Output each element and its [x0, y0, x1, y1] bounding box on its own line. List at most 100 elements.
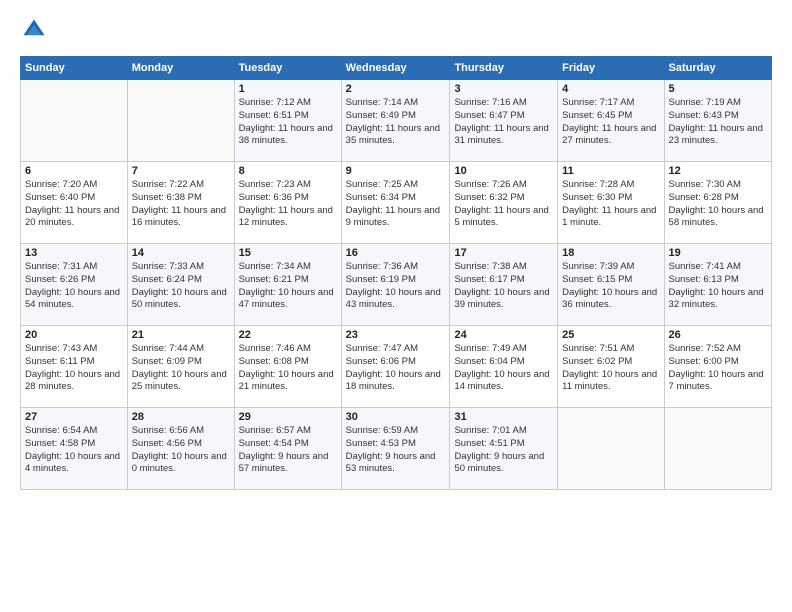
- day-cell: 12Sunrise: 7:30 AMSunset: 6:28 PMDayligh…: [664, 162, 771, 244]
- day-info: Sunrise: 7:36 AMSunset: 6:19 PMDaylight:…: [346, 261, 446, 312]
- day-info: Sunrise: 6:57 AMSunset: 4:54 PMDaylight:…: [239, 425, 337, 476]
- day-number: 12: [669, 165, 767, 177]
- day-number: 9: [346, 165, 446, 177]
- day-number: 21: [132, 329, 230, 341]
- day-cell: 11 Sunrise: 7:28 AMSunset: 6:30 PMDayligh…: [558, 162, 664, 244]
- weekday-thursday: Thursday: [450, 57, 558, 80]
- day-info: Sunrise: 7:28 AMSunset: 6:30 PMDaylight:…: [562, 179, 659, 230]
- day-cell: 31 Sunrise: 7:01 AMSunset: 4:51 PMDayligh…: [450, 408, 558, 490]
- day-info: Sunrise: 7:17 AMSunset: 6:45 PMDaylight:…: [562, 97, 659, 148]
- day-number: 24: [454, 329, 553, 341]
- day-cell: 3Sunrise: 7:16 AMSunset: 6:47 PMDaylight…: [450, 80, 558, 162]
- day-cell: 21 Sunrise: 7:44 AMSunset: 6:09 PMDayligh…: [127, 326, 234, 408]
- day-info: Sunrise: 7:26 AMSunset: 6:32 PMDaylight:…: [454, 179, 553, 230]
- day-number: 6: [25, 165, 123, 177]
- day-number: 27: [25, 411, 123, 423]
- day-info: Sunrise: 7:38 AMSunset: 6:17 PMDaylight:…: [454, 261, 553, 312]
- day-info: Sunrise: 7:01 AMSunset: 4:51 PMDaylight:…: [454, 425, 553, 476]
- day-number: 29: [239, 411, 337, 423]
- day-number: 19: [669, 247, 767, 259]
- page: SundayMondayTuesdayWednesdayThursdayFrid…: [0, 0, 792, 612]
- day-cell: 8 Sunrise: 7:23 AMSunset: 6:36 PMDaylight…: [234, 162, 341, 244]
- day-cell: 13 Sunrise: 7:31 AMSunset: 6:26 PMDayligh…: [21, 244, 128, 326]
- day-cell: 14Sunrise: 7:33 AMSunset: 6:24 PMDayligh…: [127, 244, 234, 326]
- day-number: 14: [132, 247, 230, 259]
- day-info: Sunrise: 7:49 AMSunset: 6:04 PMDaylight:…: [454, 343, 553, 394]
- day-number: 10: [454, 165, 553, 177]
- day-number: 11: [562, 165, 659, 177]
- day-info: Sunrise: 7:14 AMSunset: 6:49 PMDaylight:…: [346, 97, 446, 148]
- day-cell: 9 Sunrise: 7:25 AMSunset: 6:34 PMDaylight…: [341, 162, 450, 244]
- day-number: 5: [669, 83, 767, 95]
- header: [20, 16, 772, 44]
- weekday-sunday: Sunday: [21, 57, 128, 80]
- day-info: Sunrise: 7:43 AMSunset: 6:11 PMDaylight:…: [25, 343, 123, 394]
- day-info: Sunrise: 7:44 AMSunset: 6:09 PMDaylight:…: [132, 343, 230, 394]
- day-cell: 22Sunrise: 7:46 AMSunset: 6:08 PMDayligh…: [234, 326, 341, 408]
- day-info: Sunrise: 7:22 AMSunset: 6:38 PMDaylight:…: [132, 179, 230, 230]
- day-number: 18: [562, 247, 659, 259]
- day-info: Sunrise: 7:51 AMSunset: 6:02 PMDaylight:…: [562, 343, 659, 394]
- day-info: Sunrise: 7:25 AMSunset: 6:34 PMDaylight:…: [346, 179, 446, 230]
- day-cell: 20 Sunrise: 7:43 AMSunset: 6:11 PMDayligh…: [21, 326, 128, 408]
- day-number: 26: [669, 329, 767, 341]
- day-cell: 30 Sunrise: 6:59 AMSunset: 4:53 PMDayligh…: [341, 408, 450, 490]
- day-number: 31: [454, 411, 553, 423]
- day-info: Sunrise: 6:56 AMSunset: 4:56 PMDaylight:…: [132, 425, 230, 476]
- day-info: Sunrise: 7:31 AMSunset: 6:26 PMDaylight:…: [25, 261, 123, 312]
- calendar-table: SundayMondayTuesdayWednesdayThursdayFrid…: [20, 56, 772, 490]
- day-info: Sunrise: 6:59 AMSunset: 4:53 PMDaylight:…: [346, 425, 446, 476]
- day-number: 1: [239, 83, 337, 95]
- weekday-header-row: SundayMondayTuesdayWednesdayThursdayFrid…: [21, 57, 772, 80]
- day-number: 30: [346, 411, 446, 423]
- day-cell: 18 Sunrise: 7:39 AMSunset: 6:15 PMDayligh…: [558, 244, 664, 326]
- day-info: Sunrise: 7:12 AMSunset: 6:51 PMDaylight:…: [239, 97, 337, 148]
- weekday-friday: Friday: [558, 57, 664, 80]
- day-info: Sunrise: 7:34 AMSunset: 6:21 PMDaylight:…: [239, 261, 337, 312]
- day-info: Sunrise: 7:41 AMSunset: 6:13 PMDaylight:…: [669, 261, 767, 312]
- day-number: 17: [454, 247, 553, 259]
- day-number: 22: [239, 329, 337, 341]
- weekday-saturday: Saturday: [664, 57, 771, 80]
- day-info: Sunrise: 7:19 AMSunset: 6:43 PMDaylight:…: [669, 97, 767, 148]
- week-row-3: 13 Sunrise: 7:31 AMSunset: 6:26 PMDayligh…: [21, 244, 772, 326]
- logo-icon: [20, 16, 48, 44]
- week-row-1: 1 Sunrise: 7:12 AMSunset: 6:51 PMDaylight…: [21, 80, 772, 162]
- day-number: 23: [346, 329, 446, 341]
- day-cell: 29 Sunrise: 6:57 AMSunset: 4:54 PMDayligh…: [234, 408, 341, 490]
- day-number: 13: [25, 247, 123, 259]
- day-info: Sunrise: 7:39 AMSunset: 6:15 PMDaylight:…: [562, 261, 659, 312]
- day-number: 15: [239, 247, 337, 259]
- day-info: Sunrise: 7:52 AMSunset: 6:00 PMDaylight:…: [669, 343, 767, 394]
- weekday-tuesday: Tuesday: [234, 57, 341, 80]
- day-number: 8: [239, 165, 337, 177]
- day-number: 2: [346, 83, 446, 95]
- week-row-4: 20 Sunrise: 7:43 AMSunset: 6:11 PMDayligh…: [21, 326, 772, 408]
- day-cell: [664, 408, 771, 490]
- day-cell: 4Sunrise: 7:17 AMSunset: 6:45 PMDaylight…: [558, 80, 664, 162]
- day-cell: 23Sunrise: 7:47 AMSunset: 6:06 PMDayligh…: [341, 326, 450, 408]
- day-cell: 15 Sunrise: 7:34 AMSunset: 6:21 PMDayligh…: [234, 244, 341, 326]
- week-row-2: 6Sunrise: 7:20 AMSunset: 6:40 PMDaylight…: [21, 162, 772, 244]
- day-number: 16: [346, 247, 446, 259]
- logo: [20, 16, 52, 44]
- weekday-wednesday: Wednesday: [341, 57, 450, 80]
- day-cell: 26 Sunrise: 7:52 AMSunset: 6:00 PMDayligh…: [664, 326, 771, 408]
- day-cell: 16 Sunrise: 7:36 AMSunset: 6:19 PMDayligh…: [341, 244, 450, 326]
- day-number: 28: [132, 411, 230, 423]
- day-cell: 19 Sunrise: 7:41 AMSunset: 6:13 PMDayligh…: [664, 244, 771, 326]
- day-cell: 2 Sunrise: 7:14 AMSunset: 6:49 PMDaylight…: [341, 80, 450, 162]
- day-cell: 25 Sunrise: 7:51 AMSunset: 6:02 PMDayligh…: [558, 326, 664, 408]
- day-cell: [558, 408, 664, 490]
- day-cell: 24 Sunrise: 7:49 AMSunset: 6:04 PMDayligh…: [450, 326, 558, 408]
- day-cell: 10 Sunrise: 7:26 AMSunset: 6:32 PMDayligh…: [450, 162, 558, 244]
- day-cell: 6Sunrise: 7:20 AMSunset: 6:40 PMDaylight…: [21, 162, 128, 244]
- day-cell: 28 Sunrise: 6:56 AMSunset: 4:56 PMDayligh…: [127, 408, 234, 490]
- day-cell: [21, 80, 128, 162]
- day-cell: 1 Sunrise: 7:12 AMSunset: 6:51 PMDaylight…: [234, 80, 341, 162]
- day-number: 20: [25, 329, 123, 341]
- weekday-monday: Monday: [127, 57, 234, 80]
- day-number: 3: [454, 83, 553, 95]
- day-info: Sunrise: 7:23 AMSunset: 6:36 PMDaylight:…: [239, 179, 337, 230]
- day-number: 25: [562, 329, 659, 341]
